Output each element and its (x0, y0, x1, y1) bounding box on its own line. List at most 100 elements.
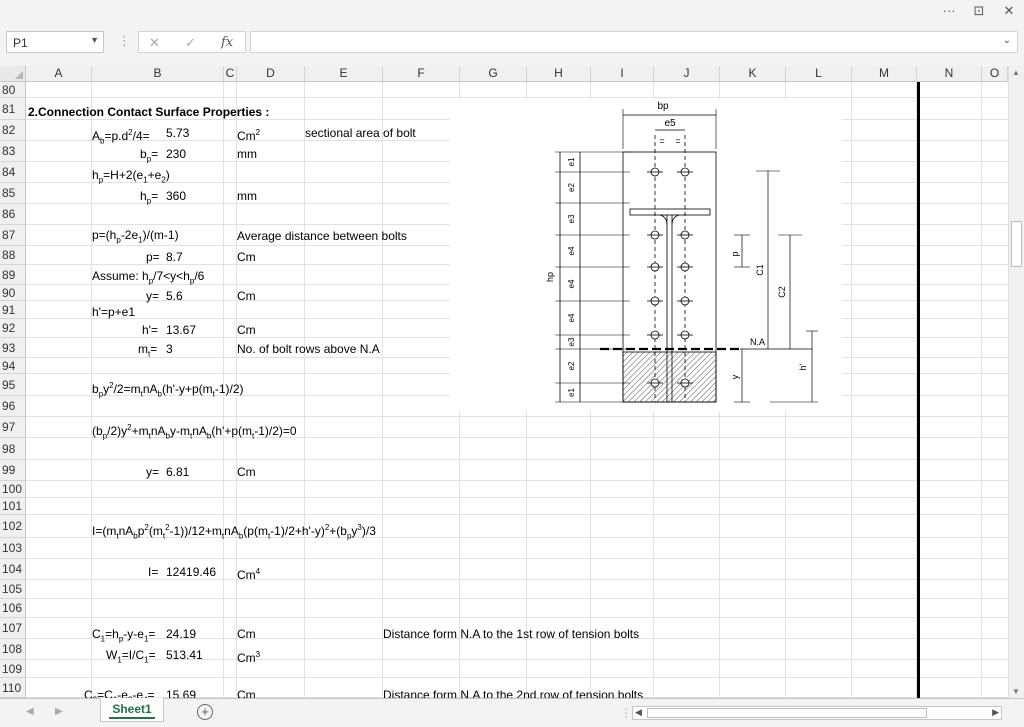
diagram-left-label: e1 (567, 388, 576, 397)
column-header-l[interactable]: L (786, 66, 852, 81)
restore-window-icon[interactable]: ⊡ (968, 2, 990, 20)
column-header-g[interactable]: G (460, 66, 527, 81)
add-sheet-icon[interactable]: + (197, 704, 213, 720)
ab-value: 5.73 (166, 126, 190, 140)
svg-text:=: = (675, 136, 680, 146)
row-header-85[interactable]: 85 (0, 183, 25, 204)
horizontal-scrollbar[interactable]: ◀ ▶ (632, 706, 1002, 720)
column-header-m[interactable]: M (852, 66, 917, 81)
row-header-97[interactable]: 97 (0, 417, 25, 438)
row-header-106[interactable]: 106 (0, 599, 25, 618)
mt-label: mt= (138, 342, 158, 359)
horizontal-scroll-thumb[interactable] (647, 708, 927, 718)
column-header-o[interactable]: O (982, 66, 1008, 81)
row-header-100[interactable]: 100 (0, 481, 25, 498)
diagram-label-c2: C2 (777, 286, 787, 298)
row-header-83[interactable]: 83 (0, 141, 25, 162)
row-header-89[interactable]: 89 (0, 265, 25, 285)
name-box-value: P1 (13, 36, 28, 50)
w1-unit: Cm3 (237, 650, 261, 665)
row-header-105[interactable]: 105 (0, 580, 25, 599)
row-header-82[interactable]: 82 (0, 120, 25, 141)
column-header-e[interactable]: E (305, 66, 383, 81)
column-header-i[interactable]: I (591, 66, 654, 81)
row-header-107[interactable]: 107 (0, 618, 25, 639)
row-header-81[interactable]: 81 (0, 98, 25, 120)
row-header-87[interactable]: 87 (0, 225, 25, 246)
vertical-scroll-thumb[interactable] (1011, 221, 1022, 267)
c1-value: 24.19 (166, 627, 197, 641)
cancel-icon[interactable]: ✕ (149, 35, 160, 51)
row-gridline (26, 480, 1008, 481)
diagram-left-label: e2 (567, 361, 576, 370)
chevron-down-icon[interactable]: ▼ (90, 35, 99, 45)
row-header-86[interactable]: 86 (0, 204, 25, 225)
column-header-b[interactable]: B (92, 66, 224, 81)
diagram-label-e5: e5 (664, 118, 676, 129)
column-header-c[interactable]: C (224, 66, 237, 81)
next-sheet-icon[interactable]: ▶ (55, 706, 63, 717)
row-gridline (26, 558, 1008, 559)
column-header-k[interactable]: K (720, 66, 786, 81)
row-gridline (26, 617, 1008, 618)
h1-unit: Cm (237, 323, 256, 337)
row-header-93[interactable]: 93 (0, 338, 25, 358)
scroll-up-icon[interactable]: ▲ (1012, 68, 1020, 77)
row-header-84[interactable]: 84 (0, 162, 25, 183)
scroll-down-icon[interactable]: ▼ (1012, 687, 1020, 696)
sheet-tab-sheet1[interactable]: Sheet1 (100, 698, 164, 722)
row-header-101[interactable]: 101 (0, 498, 25, 515)
row-header-96[interactable]: 96 (0, 396, 25, 417)
insert-function-icon[interactable]: fx (221, 35, 233, 50)
expand-formula-bar-icon[interactable]: ⌄ (1003, 35, 1011, 46)
column-header-h[interactable]: H (527, 66, 591, 81)
p-label: p= (146, 250, 160, 264)
row-header-108[interactable]: 108 (0, 639, 25, 660)
column-header-f[interactable]: F (383, 66, 460, 81)
row-header-104[interactable]: 104 (0, 559, 25, 580)
enter-icon[interactable]: ✓ (185, 35, 196, 51)
row-header-92[interactable]: 92 (0, 319, 25, 338)
prev-sheet-icon[interactable]: ◀ (26, 706, 34, 717)
row-header-91[interactable]: 91 (0, 301, 25, 319)
column-header-d[interactable]: D (237, 66, 305, 81)
row-gridline (26, 598, 1008, 599)
row-header-102[interactable]: 102 (0, 515, 25, 538)
row-header-109[interactable]: 109 (0, 660, 25, 678)
row-header-90[interactable]: 90 (0, 285, 25, 301)
name-box[interactable]: P1 ▼ (6, 31, 104, 53)
inertia-value: 12419.46 (166, 565, 217, 579)
row-header-99[interactable]: 99 (0, 460, 25, 481)
row-gridline (26, 677, 1008, 678)
vertical-scrollbar[interactable]: ▲ ▼ (1008, 66, 1024, 698)
row-header-88[interactable]: 88 (0, 246, 25, 265)
select-all-corner[interactable] (0, 66, 26, 82)
ab-formula-label: Ab=p.d2/4= (92, 128, 150, 146)
p-formula: p=(hp-2e1)/(m-1) (92, 228, 179, 245)
column-header-n[interactable]: N (917, 66, 982, 81)
row-gridline (26, 97, 1008, 98)
formula-bar-grip-icon: ⋮ (118, 33, 131, 48)
row-header-95[interactable]: 95 (0, 374, 25, 396)
row-headers: 80 81 82 83 84 85 86 87 88 89 90 91 92 93 94 95 96 97 98 99… (0, 82, 26, 698)
row-header-80[interactable]: 80 (0, 82, 25, 98)
row-header-110[interactable]: 110 (0, 678, 25, 698)
row-header-98[interactable]: 98 (0, 438, 25, 460)
row-gridline (26, 514, 1008, 515)
column-header-j[interactable]: J (654, 66, 720, 81)
row-gridline (26, 579, 1008, 580)
c2-formula: C2=C1-e3-e4= (84, 688, 155, 698)
column-header-a[interactable]: A (26, 66, 92, 81)
scroll-right-icon[interactable]: ▶ (992, 707, 999, 718)
row-header-94[interactable]: 94 (0, 358, 25, 374)
y-unit: Cm (237, 289, 256, 303)
hp-formula: hp=H+2(e1+e2) (92, 168, 170, 185)
ab-description: sectional area of bolt (305, 126, 416, 140)
row-header-103[interactable]: 103 (0, 538, 25, 559)
worksheet-grid[interactable]: 2.Connection Contact Surface Properties … (26, 82, 1008, 698)
close-icon[interactable]: ✕ (998, 2, 1020, 20)
more-options-icon[interactable]: ··· (938, 2, 960, 20)
formula-input[interactable]: ⌄ (250, 31, 1018, 53)
w1-value: 513.41 (166, 648, 203, 662)
scroll-left-icon[interactable]: ◀ (635, 707, 642, 718)
